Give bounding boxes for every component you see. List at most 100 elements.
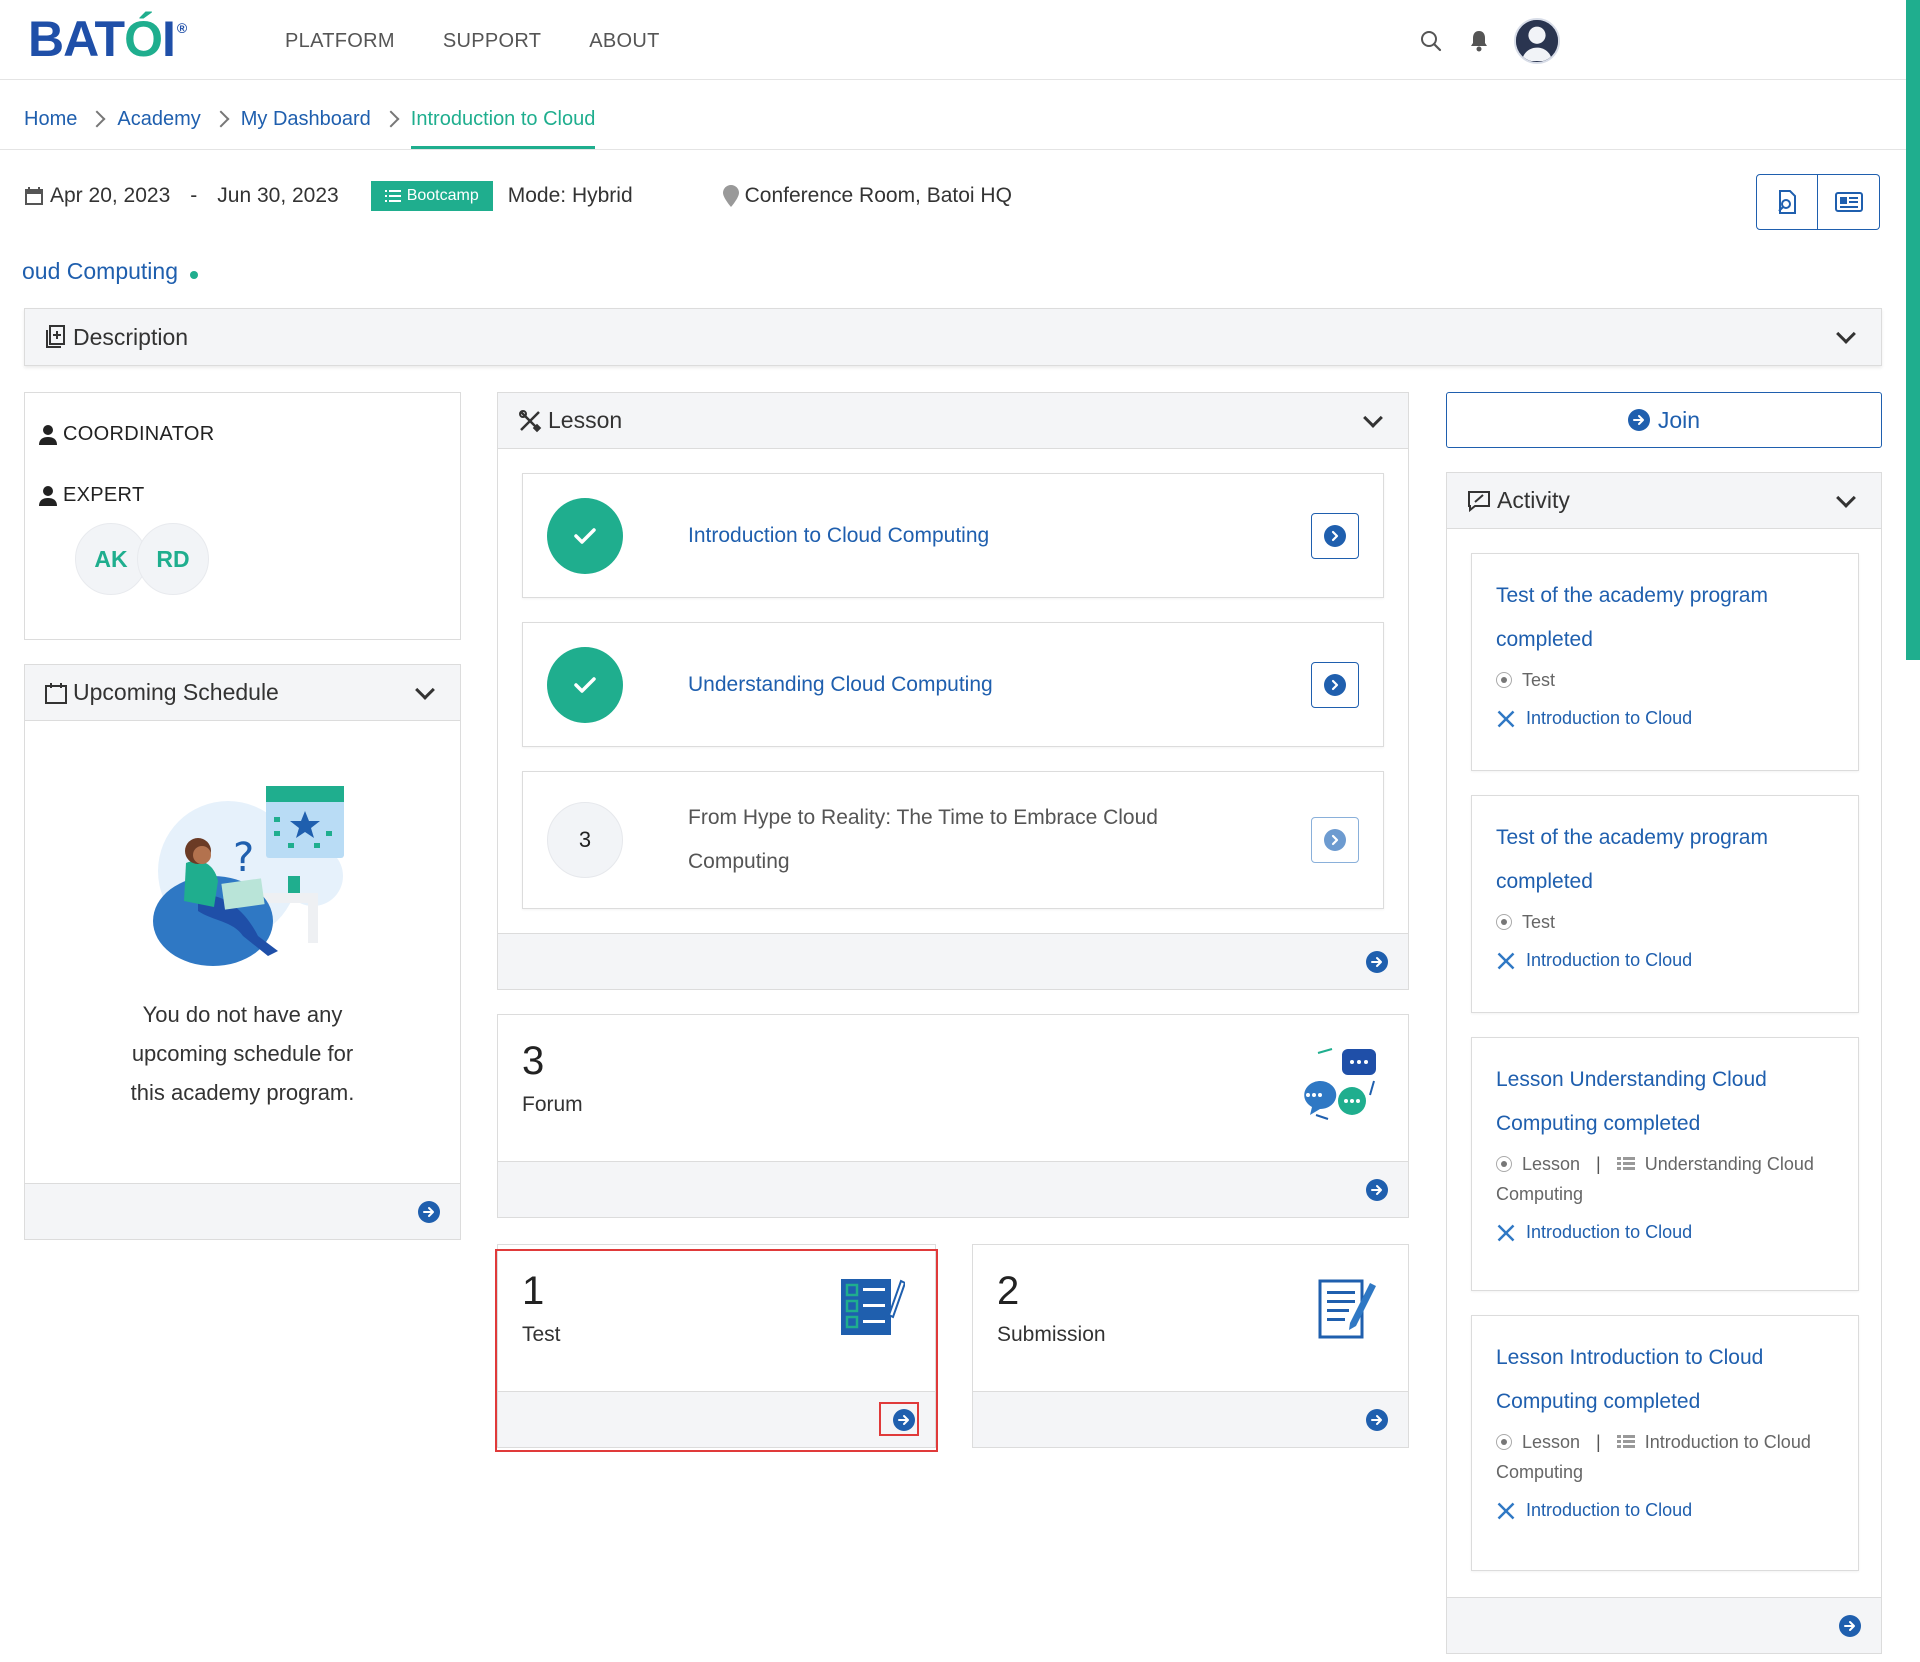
chat-bubbles-icon xyxy=(1304,1048,1376,1120)
open-lesson-button[interactable] xyxy=(1311,661,1359,708)
activity-item-link-text: Introduction to Cloud xyxy=(1526,708,1693,728)
description-header[interactable]: Description xyxy=(25,309,1881,365)
arrow-right-circle-icon[interactable] xyxy=(1839,1614,1861,1637)
breadcrumb-dashboard[interactable]: My Dashboard xyxy=(241,108,371,131)
activity-item: Test of the academy program completed Te… xyxy=(1471,795,1859,1013)
lesson-header[interactable]: Lesson xyxy=(498,393,1408,449)
lesson-number-badge: 3 xyxy=(547,802,623,878)
lesson-item[interactable]: Understanding Cloud Computing xyxy=(522,622,1384,747)
bell-icon[interactable] xyxy=(1466,28,1492,54)
expert-label: EXPERT xyxy=(63,484,145,506)
arrow-right-circle-icon[interactable] xyxy=(1366,950,1388,973)
nav-about[interactable]: ABOUT xyxy=(589,30,659,53)
open-lesson-button[interactable] xyxy=(1311,817,1359,863)
logo-text-c: I xyxy=(161,11,176,67)
arrow-right-circle-icon[interactable] xyxy=(893,1408,915,1431)
check-icon xyxy=(574,676,596,693)
search-icon[interactable] xyxy=(1418,28,1444,54)
activity-item-lesson: Introduction to Cloud xyxy=(1644,1432,1811,1452)
activity-item-meta: Test xyxy=(1496,910,1834,934)
document-search-icon xyxy=(1778,190,1796,214)
scrollbar[interactable] xyxy=(1906,0,1920,660)
calendar-icon xyxy=(24,186,44,206)
radio-dot-icon xyxy=(1496,914,1512,930)
chevron-down-icon[interactable] xyxy=(415,679,435,700)
activity-item-title[interactable]: Lesson Introduction to Cloud Computing c… xyxy=(1496,1336,1796,1424)
header-action-buttons xyxy=(1756,174,1880,230)
activity-item-link[interactable]: Introduction to Cloud xyxy=(1496,1500,1834,1521)
chat-edit-icon xyxy=(1468,490,1490,512)
chevron-down-icon[interactable] xyxy=(1836,487,1856,508)
lesson-name[interactable]: Understanding Cloud Computing xyxy=(688,663,1208,707)
chevron-down-icon[interactable] xyxy=(1363,407,1383,428)
arrow-right-circle-icon[interactable] xyxy=(1366,1178,1388,1201)
batoi-logo[interactable]: BAT Ó I ® xyxy=(28,11,187,67)
activity-item-link[interactable]: Introduction to Cloud xyxy=(1496,1222,1834,1243)
course-title-text: oud Computing xyxy=(22,258,178,284)
open-lesson-button[interactable] xyxy=(1311,512,1359,559)
id-card-button[interactable] xyxy=(1818,174,1880,230)
forum-count: 3 xyxy=(522,1039,545,1083)
activity-item-type: Lesson xyxy=(1522,1154,1581,1174)
activity-item-title[interactable]: Test of the academy program completed xyxy=(1496,816,1796,904)
chevron-down-icon[interactable] xyxy=(1836,324,1856,344)
tools-icon xyxy=(1497,1224,1515,1241)
join-button[interactable]: Join xyxy=(1446,392,1882,448)
program-info-row: Apr 20, 2023 - Jun 30, 2023 Bootcamp Mod… xyxy=(24,178,1012,214)
schedule-header[interactable]: Upcoming Schedule xyxy=(25,665,460,721)
expert-avatars: AK RD xyxy=(75,523,446,595)
schedule-illustration: ? xyxy=(152,786,344,966)
activity-item-meta: Test xyxy=(1496,668,1834,692)
document-edit-icon xyxy=(1318,1279,1376,1339)
arrow-right-circle-icon xyxy=(1627,409,1650,431)
activity-item-lesson-tail: Computing xyxy=(1496,1184,1584,1204)
lesson-item[interactable]: 3 From Hype to Reality: The Time to Embr… xyxy=(522,771,1384,909)
list-icon xyxy=(1616,1435,1635,1448)
test-body: 1 Test xyxy=(498,1245,935,1391)
coordinator-role: COORDINATOR xyxy=(39,423,446,446)
radio-dot-icon xyxy=(1496,1156,1512,1172)
activity-item-link-text: Introduction to Cloud xyxy=(1526,950,1693,970)
activity-header[interactable]: Activity xyxy=(1447,473,1881,529)
lesson-name[interactable]: Introduction to Cloud Computing xyxy=(688,514,1208,558)
lesson-footer xyxy=(498,933,1408,989)
end-date: Jun 30, 2023 xyxy=(217,184,339,207)
activity-item-link-text: Introduction to Cloud xyxy=(1526,1500,1693,1520)
people-card: COORDINATOR EXPERT AK RD xyxy=(24,392,461,640)
user-icon xyxy=(39,424,57,445)
chevron-right-icon xyxy=(88,110,106,128)
id-card-icon xyxy=(1834,192,1863,212)
lesson-name[interactable]: From Hype to Reality: The Time to Embrac… xyxy=(688,796,1208,884)
activity-item-lesson-tail: Computing xyxy=(1496,1462,1584,1482)
breadcrumb-current[interactable]: Introduction to Cloud xyxy=(410,88,595,150)
breadcrumb-home[interactable]: Home xyxy=(24,108,77,131)
lesson-item[interactable]: Introduction to Cloud Computing xyxy=(522,473,1384,598)
schedule-title: Upcoming Schedule xyxy=(73,679,279,705)
description-panel[interactable]: Description xyxy=(24,308,1882,366)
activity-item-link[interactable]: Introduction to Cloud xyxy=(1496,950,1834,971)
program-type-badge[interactable]: Bootcamp xyxy=(370,181,493,211)
activity-item-link[interactable]: Introduction to Cloud xyxy=(1496,708,1834,729)
nav-platform[interactable]: PLATFORM xyxy=(285,30,395,53)
activity-item-lesson: Understanding Cloud xyxy=(1644,1154,1814,1174)
svg-text:?: ? xyxy=(233,835,254,881)
activity-item-title[interactable]: Lesson Understanding Cloud Computing com… xyxy=(1496,1058,1796,1146)
tools-icon xyxy=(1497,1502,1515,1519)
lesson-completed-badge xyxy=(547,646,623,723)
activity-item-type: Test xyxy=(1522,670,1556,690)
nav-actions xyxy=(1418,18,1560,64)
breadcrumb-academy[interactable]: Academy xyxy=(117,108,200,131)
certificate-button[interactable] xyxy=(1756,174,1818,230)
lesson-completed-badge xyxy=(547,497,623,574)
nav-support[interactable]: SUPPORT xyxy=(443,30,541,53)
calendar-icon xyxy=(45,682,67,704)
arrow-right-circle-icon[interactable] xyxy=(418,1200,440,1223)
logo-registered: ® xyxy=(176,20,187,36)
forum-body: 3 Forum xyxy=(498,1015,1408,1161)
user-avatar[interactable] xyxy=(1514,18,1560,64)
arrow-right-circle-icon[interactable] xyxy=(1366,1408,1388,1431)
meta-separator: | xyxy=(1596,1154,1601,1174)
expert-avatar[interactable]: RD xyxy=(137,523,209,595)
radio-dot-icon xyxy=(1496,672,1512,688)
activity-item-title[interactable]: Test of the academy program completed xyxy=(1496,574,1796,662)
